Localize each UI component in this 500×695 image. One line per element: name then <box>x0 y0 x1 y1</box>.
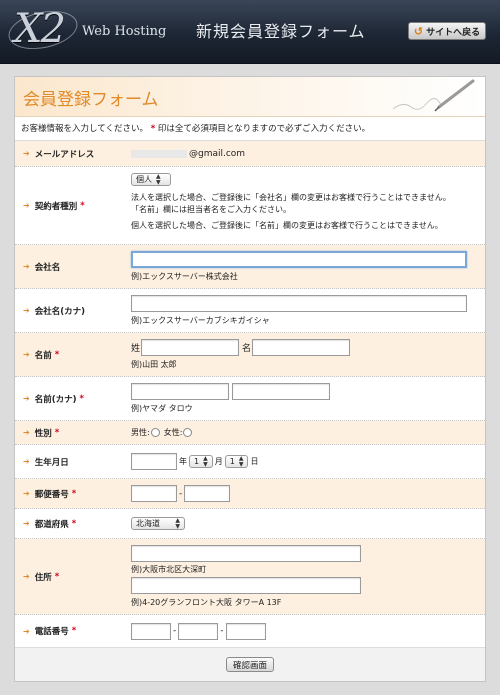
arrow-icon: ➔ <box>23 201 30 210</box>
updown-icon: ▲ ▼ <box>238 454 244 468</box>
pen-signature-icon <box>392 79 475 112</box>
row-gender: ➔ 性別 * 男性: 女性: <box>15 421 485 445</box>
row-company: ➔ 会社名 例)エックスサーバー株式会社 <box>15 245 485 289</box>
female-radio[interactable] <box>183 428 193 437</box>
return-arrow-icon: ↺ <box>413 24 424 38</box>
registration-panel: 会員登録フォーム お客様情報を入力してください。 * 印は全て必須項目となります… <box>14 76 486 682</box>
panel-header: 会員登録フォーム <box>15 77 485 117</box>
logo-subtitle: Web Hosting <box>82 24 167 39</box>
row-contract-type: ➔ 契約者種別 * 個人 ▲ ▼ 法人を選択した場合、ご登録後に「会社名」欄の変更はお客… <box>15 167 485 245</box>
row-name: ➔ 名前 * 姓 名 例)山田 太郎 <box>15 333 485 377</box>
form-footer: 確認画面 <box>15 647 485 681</box>
row-address: ➔ 住所 * 例)大阪市北区大深町 例)4-20グランフロント大阪 タワーA 13F <box>15 539 485 615</box>
birth-day-select[interactable]: 1 ▲ ▼ <box>224 454 249 468</box>
birth-year-input[interactable] <box>131 453 177 470</box>
back-to-site-label: サイトへ戻る <box>426 27 481 38</box>
first-name-input[interactable] <box>252 339 351 356</box>
last-name-input[interactable] <box>141 339 240 356</box>
address-2-input[interactable] <box>131 577 361 594</box>
updown-icon: ▲ ▼ <box>203 454 208 468</box>
postal-code-1-input[interactable] <box>131 485 177 502</box>
row-name-kana: ➔ 名前(カナ) * 例)ヤマダ タロウ <box>15 377 485 421</box>
email-domain: @gmail.com <box>189 148 246 159</box>
arrow-icon: ➔ <box>23 306 30 315</box>
arrow-icon: ➔ <box>23 489 30 498</box>
confirm-button[interactable]: 確認画面 <box>225 657 274 672</box>
row-birthday: ➔ 生年月日 年 1 ▲ ▼ 月 1 ▲ ▼ 日 <box>15 445 485 479</box>
last-name-kana-input[interactable] <box>131 383 229 400</box>
row-company-kana: ➔ 会社名(カナ) 例)エックスサーバーカブシキガイシャ <box>15 289 485 333</box>
back-to-site-button[interactable]: ↺ サイトへ戻る <box>408 22 486 40</box>
row-postal: ➔ 郵便番号 * - <box>15 479 485 509</box>
company-input[interactable] <box>131 251 467 268</box>
first-name-kana-input[interactable] <box>232 383 330 400</box>
prefecture-select[interactable]: 北海道 ▲ ▼ <box>131 517 185 530</box>
page-title: 新規会員登録フォーム <box>196 22 366 41</box>
updown-icon: ▲ ▼ <box>175 516 180 530</box>
row-email: ➔ メールアドレス @gmail.com <box>15 141 485 167</box>
birth-month-select[interactable]: 1 ▲ ▼ <box>189 455 213 468</box>
updown-icon: ▲ ▼ <box>156 172 161 186</box>
row-phone: ➔ 電話番号 * - - <box>15 615 485 647</box>
arrow-icon: ➔ <box>23 572 30 581</box>
company-kana-input[interactable] <box>131 295 467 312</box>
phone-3-input[interactable] <box>225 622 266 640</box>
panel-title: 会員登録フォーム <box>23 90 159 110</box>
postal-code-2-input[interactable] <box>184 485 231 502</box>
arrow-icon: ➔ <box>23 262 30 271</box>
row-prefecture: ➔ 都道府県 * 北海道 ▲ ▼ <box>15 509 485 539</box>
phone-1-input[interactable] <box>131 622 171 640</box>
address-1-input[interactable] <box>131 545 361 562</box>
email-label: メールアドレス <box>34 149 95 160</box>
phone-2-input[interactable] <box>178 622 219 640</box>
intro-text: お客様情報を入力してください。 * 印は全て必須項目となりますので必ずご入力くだ… <box>15 117 485 141</box>
male-radio[interactable] <box>150 428 160 437</box>
required-mark: * <box>150 124 156 134</box>
arrow-icon: ➔ <box>23 394 30 403</box>
arrow-icon: ➔ <box>23 350 30 359</box>
arrow-icon: ➔ <box>23 519 30 528</box>
arrow-icon: ➔ <box>23 428 30 437</box>
site-header: X2 Web Hosting 新規会員登録フォーム ↺ サイトへ戻る <box>0 0 500 64</box>
email-local-part <box>131 149 187 158</box>
x2-logo: X2 <box>5 5 81 55</box>
contract-type-select[interactable]: 個人 ▲ ▼ <box>131 173 171 186</box>
arrow-icon: ➔ <box>23 626 30 636</box>
arrow-icon: ➔ <box>23 457 30 466</box>
arrow-icon: ➔ <box>23 149 30 158</box>
